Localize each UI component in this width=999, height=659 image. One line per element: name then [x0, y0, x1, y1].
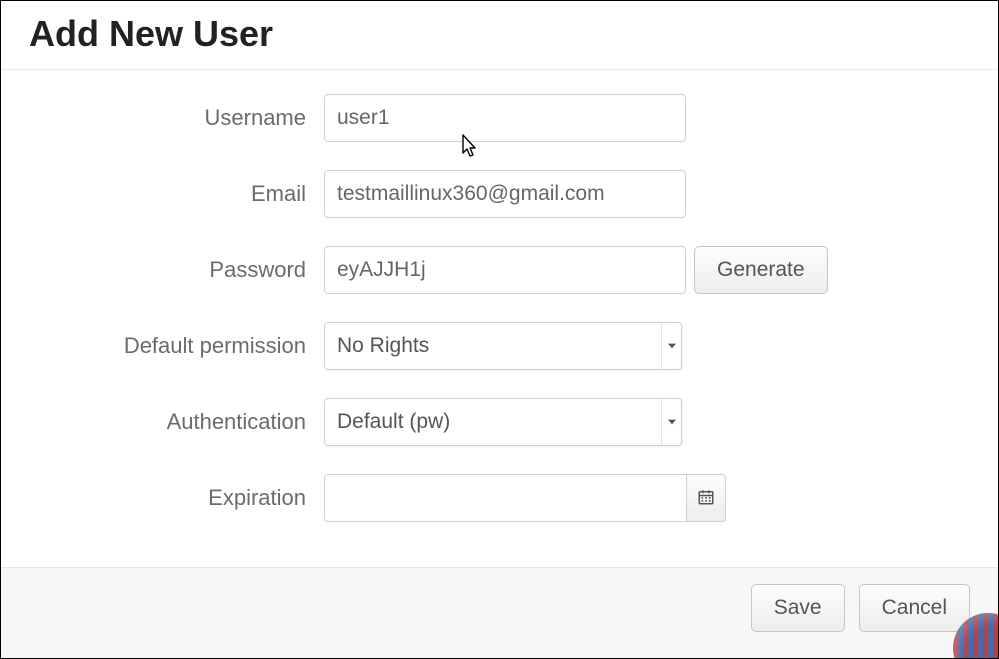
label-expiration: Expiration	[29, 485, 324, 511]
row-username: Username	[29, 94, 970, 142]
add-user-dialog: Add New User Username Email Password Gen…	[0, 0, 999, 659]
default-permission-value: No Rights	[337, 334, 429, 358]
generate-button[interactable]: Generate	[694, 246, 828, 294]
chevron-down-icon	[661, 323, 681, 369]
username-input[interactable]	[324, 94, 686, 142]
email-input[interactable]	[324, 170, 686, 218]
dialog-footer: Save Cancel	[1, 567, 998, 658]
calendar-icon	[697, 488, 715, 509]
label-username: Username	[29, 105, 324, 131]
row-email: Email	[29, 170, 970, 218]
label-authentication: Authentication	[29, 409, 324, 435]
authentication-select[interactable]: Default (pw)	[324, 398, 682, 446]
dialog-title: Add New User	[29, 13, 970, 55]
label-email: Email	[29, 181, 324, 207]
row-expiration: Expiration	[29, 474, 970, 522]
password-input[interactable]	[324, 246, 686, 294]
label-default-permission: Default permission	[29, 333, 324, 359]
dialog-body: Username Email Password Generate Default…	[1, 70, 998, 567]
expiration-input[interactable]	[324, 474, 686, 522]
expiration-group	[324, 474, 726, 522]
authentication-value: Default (pw)	[337, 410, 450, 434]
dialog-header: Add New User	[1, 1, 998, 70]
default-permission-select[interactable]: No Rights	[324, 322, 682, 370]
row-authentication: Authentication Default (pw)	[29, 398, 970, 446]
save-button[interactable]: Save	[751, 584, 845, 632]
calendar-button[interactable]	[686, 474, 726, 522]
row-default-permission: Default permission No Rights	[29, 322, 970, 370]
cancel-button[interactable]: Cancel	[859, 584, 970, 632]
label-password: Password	[29, 257, 324, 283]
chevron-down-icon	[661, 399, 681, 445]
row-password: Password Generate	[29, 246, 970, 294]
